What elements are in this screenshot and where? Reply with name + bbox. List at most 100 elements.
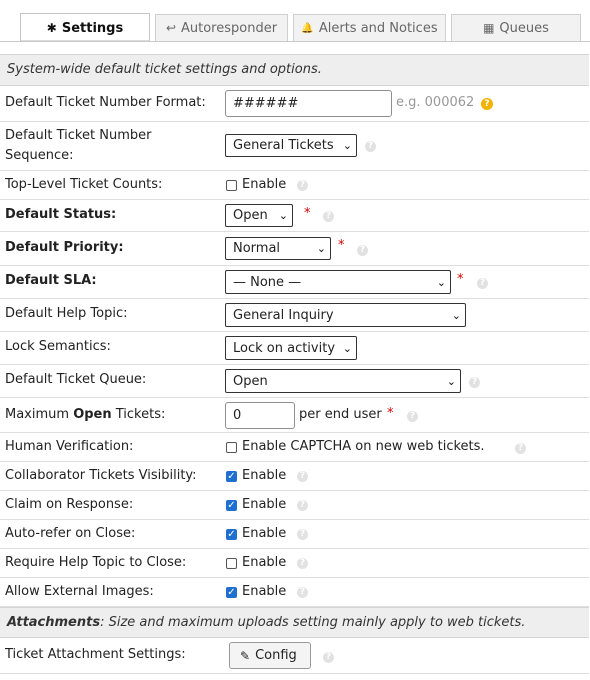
config-button[interactable]: ✎ Config bbox=[229, 642, 311, 669]
default-status-select[interactable]: Open ⌄ bbox=[225, 204, 293, 227]
checkbox-label: Enable bbox=[242, 468, 287, 483]
maximum-open-tickets-input[interactable]: 0 bbox=[225, 402, 295, 429]
attachments-description: : Size and maximum uploads setting mainl… bbox=[100, 615, 526, 630]
checkbox-label: Enable bbox=[242, 497, 287, 512]
row-ticket-number-format: Default Ticket Number Format: ###### e.g… bbox=[0, 86, 589, 122]
field-label: Default Priority: bbox=[5, 240, 124, 255]
row-ticket-attachment-settings: Ticket Attachment Settings: ✎ Config ? bbox=[0, 638, 589, 674]
select-value: General Inquiry bbox=[233, 307, 334, 323]
tab-alerts-and-notices[interactable]: 🔔 Alerts and Notices bbox=[293, 14, 446, 41]
checkbox-label: Enable bbox=[242, 177, 287, 192]
row-collaborator-tickets-visibility: Collaborator Tickets Visibility: ✓ Enabl… bbox=[0, 462, 589, 491]
tab-settings[interactable]: ✱ Settings bbox=[20, 13, 150, 42]
row-top-level-ticket-counts: Top-Level Ticket Counts: Enable ? bbox=[0, 171, 589, 200]
field-label: Maximum Open Tickets: bbox=[5, 405, 165, 425]
chevron-down-icon: ⌄ bbox=[342, 139, 352, 152]
input-value: 0 bbox=[233, 408, 242, 423]
warning-help-icon[interactable]: ? bbox=[481, 98, 493, 110]
chevron-down-icon: ⌄ bbox=[446, 374, 456, 388]
select-value: Open bbox=[233, 373, 268, 389]
required-asterisk: * bbox=[338, 238, 345, 253]
reply-icon: ↩ bbox=[165, 21, 176, 35]
chevron-down-icon: ⌄ bbox=[316, 242, 326, 255]
help-icon[interactable]: ? bbox=[323, 211, 334, 222]
chevron-down-icon: ⌄ bbox=[451, 308, 461, 322]
top-level-counts-checkbox[interactable] bbox=[226, 180, 237, 191]
help-icon[interactable]: ? bbox=[365, 141, 376, 152]
tab-label: Settings bbox=[61, 20, 124, 36]
button-label: Config bbox=[255, 648, 297, 663]
row-require-help-topic: Require Help Topic to Close: Enable ? bbox=[0, 549, 589, 578]
tab-label: Autoresponder bbox=[181, 20, 278, 36]
help-icon[interactable]: ? bbox=[297, 471, 308, 482]
lock-semantics-select[interactable]: Lock on activity ⌄ bbox=[225, 336, 357, 360]
field-label: Allow External Images: bbox=[5, 584, 154, 599]
claim-on-response-checkbox[interactable]: ✓ bbox=[226, 500, 237, 511]
row-default-priority: Default Priority: Normal ⌄ * ? bbox=[0, 232, 589, 266]
help-icon[interactable]: ? bbox=[357, 245, 368, 256]
required-asterisk: * bbox=[387, 406, 394, 421]
field-label: Top-Level Ticket Counts: bbox=[5, 177, 163, 192]
input-value: ###### bbox=[233, 96, 299, 111]
field-label: Default SLA: bbox=[5, 273, 97, 288]
select-value: General Tickets bbox=[233, 138, 334, 153]
checkbox-label: Enable bbox=[242, 555, 287, 570]
ticket-number-sequence-select[interactable]: General Tickets ⌄ bbox=[225, 134, 357, 157]
help-icon[interactable]: ? bbox=[297, 529, 308, 540]
row-default-status: Default Status: Open ⌄ * ? bbox=[0, 200, 589, 232]
attachments-section-header: Attachments: Size and maximum uploads se… bbox=[0, 607, 589, 638]
default-ticket-queue-select[interactable]: Open ⌄ bbox=[225, 369, 461, 393]
edit-icon: ✎ bbox=[240, 648, 251, 663]
auto-refer-checkbox[interactable]: ✓ bbox=[226, 529, 237, 540]
tab-queues[interactable]: ▦ Queues bbox=[451, 14, 581, 41]
help-icon[interactable]: ? bbox=[297, 587, 308, 598]
row-lock-semantics: Lock Semantics: Lock on activity ⌄ bbox=[0, 332, 589, 365]
default-sla-select[interactable]: — None — ⌄ bbox=[225, 270, 451, 294]
require-help-topic-checkbox[interactable] bbox=[226, 558, 237, 569]
default-help-topic-select[interactable]: General Inquiry ⌄ bbox=[225, 303, 466, 327]
select-value: Lock on activity bbox=[233, 340, 336, 356]
bell-icon: 🔔 bbox=[301, 22, 314, 34]
field-label: Require Help Topic to Close: bbox=[5, 555, 187, 570]
row-default-help-topic: Default Help Topic: General Inquiry ⌄ bbox=[0, 299, 589, 332]
row-allow-external-images: Allow External Images: ✓ Enable ? bbox=[0, 578, 589, 607]
select-value: Normal bbox=[233, 241, 281, 256]
tab-label: Queues bbox=[499, 20, 549, 36]
field-label: Default Ticket Queue: bbox=[5, 372, 147, 387]
help-icon[interactable]: ? bbox=[469, 377, 480, 388]
chevron-down-icon: ⌄ bbox=[342, 341, 352, 355]
per-end-user-text: per end user bbox=[299, 407, 382, 422]
field-label: Claim on Response: bbox=[5, 497, 134, 512]
required-asterisk: * bbox=[457, 272, 464, 287]
help-icon[interactable]: ? bbox=[515, 443, 526, 454]
row-claim-on-response: Claim on Response: ✓ Enable ? bbox=[0, 491, 589, 520]
tab-label: Alerts and Notices bbox=[318, 20, 438, 36]
collaborator-visibility-checkbox[interactable]: ✓ bbox=[226, 471, 237, 482]
help-icon[interactable]: ? bbox=[477, 278, 488, 289]
label-part-bold: Open bbox=[73, 407, 112, 422]
attachments-title: Attachments bbox=[7, 615, 101, 630]
tab-autoresponder[interactable]: ↩ Autoresponder bbox=[155, 14, 288, 41]
help-icon[interactable]: ? bbox=[297, 180, 308, 191]
checkbox-label: Enable bbox=[242, 584, 287, 599]
help-icon[interactable]: ? bbox=[407, 411, 418, 422]
captcha-checkbox[interactable] bbox=[226, 442, 237, 453]
help-icon[interactable]: ? bbox=[323, 652, 334, 663]
label-part: Maximum bbox=[5, 407, 74, 422]
ticket-number-format-input[interactable]: ###### bbox=[225, 90, 392, 117]
row-default-ticket-queue: Default Ticket Queue: Open ⌄ ? bbox=[0, 365, 589, 398]
field-label: Ticket Attachment Settings: bbox=[5, 647, 186, 662]
table-icon: ▦ bbox=[483, 21, 495, 35]
default-priority-select[interactable]: Normal ⌄ bbox=[225, 237, 331, 260]
help-icon[interactable]: ? bbox=[297, 500, 308, 511]
allow-external-images-checkbox[interactable]: ✓ bbox=[226, 587, 237, 598]
help-icon[interactable]: ? bbox=[297, 558, 308, 569]
tab-bar-divider bbox=[0, 41, 590, 42]
field-label: Lock Semantics: bbox=[5, 339, 111, 354]
asterisk-icon: ✱ bbox=[46, 21, 57, 35]
section-header: System-wide default ticket settings and … bbox=[0, 54, 589, 86]
field-label: Human Verification: bbox=[5, 439, 134, 454]
row-default-sla: Default SLA: — None — ⌄ * ? bbox=[0, 266, 589, 299]
section-header-text: Attachments: Size and maximum uploads se… bbox=[7, 615, 525, 630]
chevron-down-icon: ⌄ bbox=[278, 209, 288, 222]
